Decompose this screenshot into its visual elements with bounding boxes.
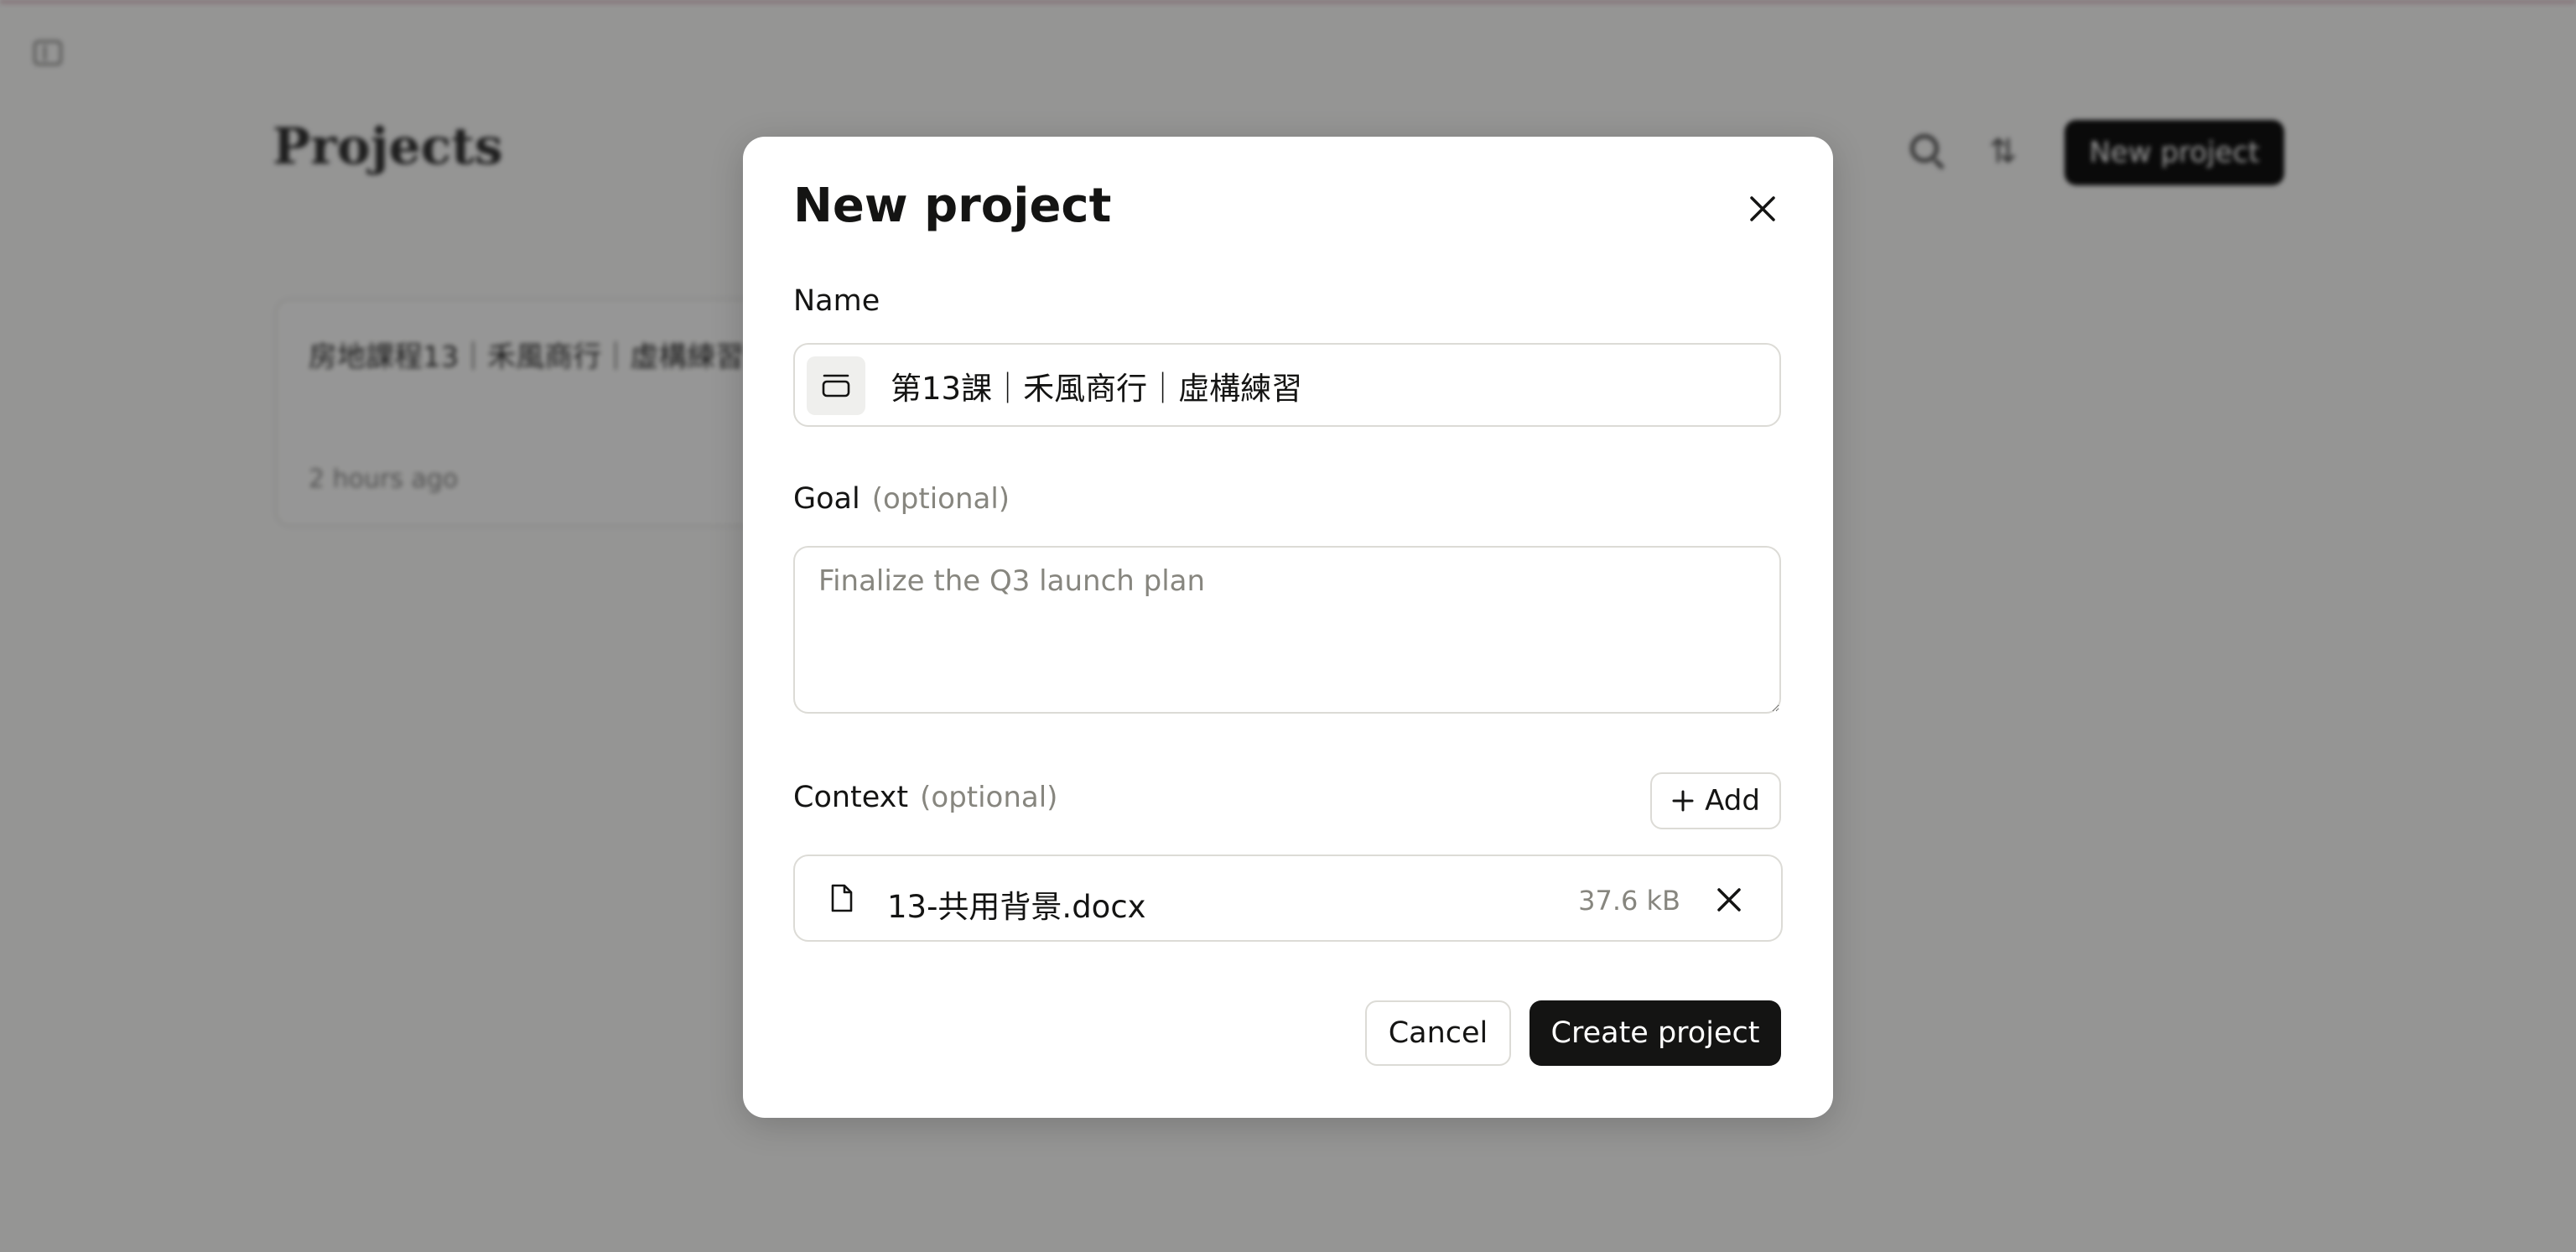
goal-textarea[interactable]	[793, 546, 1781, 714]
close-icon	[1750, 196, 1775, 221]
context-label: Context (optional)	[793, 781, 1057, 814]
close-button[interactable]	[1736, 182, 1789, 236]
add-context-button[interactable]: Add	[1650, 772, 1781, 829]
context-label-text: Context	[793, 781, 909, 814]
folder-icon	[822, 374, 850, 397]
goal-optional-hint: (optional)	[871, 482, 1010, 516]
close-icon	[1717, 888, 1741, 912]
project-icon-picker[interactable]	[807, 356, 865, 415]
name-field[interactable]	[793, 343, 1781, 427]
new-project-dialog: New project Name Goal (optional) Context (…	[743, 137, 1833, 1118]
context-file-item: 13-共用背景.docx 37.6 kB	[793, 855, 1783, 942]
file-size: 37.6 kB	[1578, 885, 1680, 917]
create-project-button[interactable]: Create project	[1530, 1000, 1781, 1066]
file-icon	[831, 884, 853, 912]
add-button-label: Add	[1705, 784, 1760, 818]
name-input[interactable]	[891, 363, 1754, 408]
cancel-button[interactable]: Cancel	[1365, 1000, 1511, 1066]
goal-label-text: Goal	[793, 482, 860, 516]
goal-label: Goal (optional)	[793, 482, 1010, 516]
remove-file-button[interactable]	[1707, 878, 1751, 922]
name-label: Name	[793, 284, 880, 318]
file-name: 13-共用背景.docx	[887, 889, 1146, 925]
context-optional-hint: (optional)	[920, 781, 1058, 814]
plus-icon	[1672, 790, 1694, 812]
dialog-title: New project	[793, 179, 1112, 233]
